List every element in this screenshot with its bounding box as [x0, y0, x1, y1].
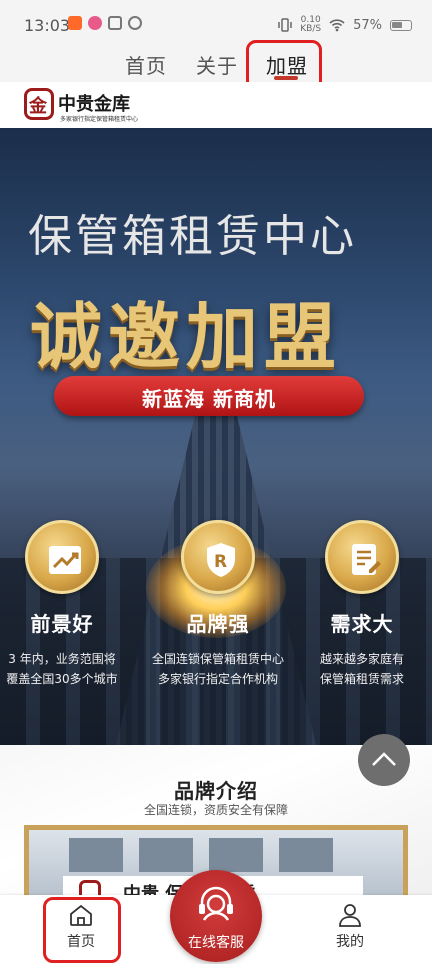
slogan-pill: 新蓝海 新商机	[54, 376, 364, 416]
feature-demand: 需求大 越来越多家庭有 保管箱租赁需求	[290, 520, 432, 689]
feature-desc-line: 保管箱租赁需求	[319, 672, 404, 686]
feature-prospects: 前景好 3 年内，业务范围将 覆盖全国30多个城市	[0, 520, 134, 689]
feature-desc-line: 多家银行指定合作机构	[157, 672, 278, 686]
document-edit-icon	[352, 544, 381, 575]
brand-tagline: 多家银行指定保管箱租赁中心	[60, 116, 139, 123]
top-nav: 首页 关于 加盟	[0, 36, 432, 82]
feature-title: 前景好	[30, 612, 94, 636]
tab-mine[interactable]: 我的	[310, 903, 390, 951]
photo-window	[69, 838, 123, 872]
photo-window	[139, 838, 193, 872]
customer-service-headset-icon	[199, 886, 233, 921]
feature-icon-badge: R	[181, 520, 255, 594]
user-icon	[339, 904, 361, 927]
vibrate-icon	[278, 18, 293, 32]
home-tab-highlight-box	[43, 897, 121, 963]
logo-bar: 中贵金库 多家银行指定保管箱租赁中心	[0, 82, 432, 128]
chevron-up-icon	[372, 752, 396, 766]
brand-name[interactable]: 中贵金库	[58, 90, 130, 116]
sign-logo-icon	[79, 880, 101, 895]
feature-icon-badge	[325, 520, 399, 594]
back-to-top-button[interactable]	[358, 734, 410, 786]
banner-headline: 诚邀加盟	[30, 295, 343, 379]
join-banner: 保管箱租赁中心 诚邀加盟 新蓝海 新商机 前景好 3 年内，业务范围将 覆盖全国…	[0, 128, 432, 745]
slogan-text: 新蓝海 新商机	[142, 387, 276, 411]
feature-title: 需求大	[330, 612, 394, 636]
online-service-button[interactable]: 在线客服	[170, 870, 262, 962]
wifi-icon	[329, 19, 345, 32]
battery-icon	[390, 19, 412, 31]
feature-desc: 全国连锁保管箱租赁中心 多家银行指定合作机构	[146, 649, 290, 689]
app-notification-icon	[88, 16, 102, 30]
status-time: 13:03	[24, 16, 71, 35]
feature-brand: R 品牌强 全国连锁保管箱租赁中心 多家银行指定合作机构	[146, 520, 290, 689]
svg-text:R: R	[214, 552, 227, 572]
status-notification-icons	[68, 16, 142, 30]
nav-tab-about[interactable]: 关于	[196, 50, 238, 79]
feature-icon-badge	[25, 520, 99, 594]
trend-chart-icon	[49, 546, 81, 574]
network-speed: 0.10 KB/S	[300, 16, 321, 34]
app-notification-icon	[108, 16, 122, 30]
feature-desc-line: 3 年内，业务范围将	[8, 652, 116, 666]
status-right: 0.10 KB/S 57%	[278, 16, 412, 34]
brand-r-shield-icon: R	[207, 543, 235, 577]
net-speed-unit: KB/S	[300, 24, 322, 34]
brand-logo-icon[interactable]	[24, 88, 54, 120]
feature-title: 品牌强	[186, 612, 250, 636]
feature-desc-line: 越来越多家庭有	[319, 652, 404, 666]
battery-percent: 57%	[353, 17, 382, 33]
nav-tab-home[interactable]: 首页	[125, 50, 167, 79]
tab-mine-label: 我的	[336, 934, 364, 950]
section-subtitle: 全国连锁，资质安全有保障	[143, 803, 288, 817]
app-notification-icon	[128, 16, 142, 30]
photo-window	[209, 838, 263, 872]
app-notification-icon	[68, 16, 82, 30]
feature-desc-line: 全国连锁保管箱租赁中心	[151, 652, 284, 666]
banner-title: 保管箱租赁中心	[28, 211, 357, 262]
feature-desc: 越来越多家庭有 保管箱租赁需求	[290, 649, 432, 689]
photo-window	[279, 838, 333, 872]
feature-desc: 3 年内，业务范围将 覆盖全国30多个城市	[0, 649, 134, 689]
feature-desc-line: 覆盖全国30多个城市	[6, 672, 118, 686]
online-service-label: 在线客服	[188, 935, 244, 951]
